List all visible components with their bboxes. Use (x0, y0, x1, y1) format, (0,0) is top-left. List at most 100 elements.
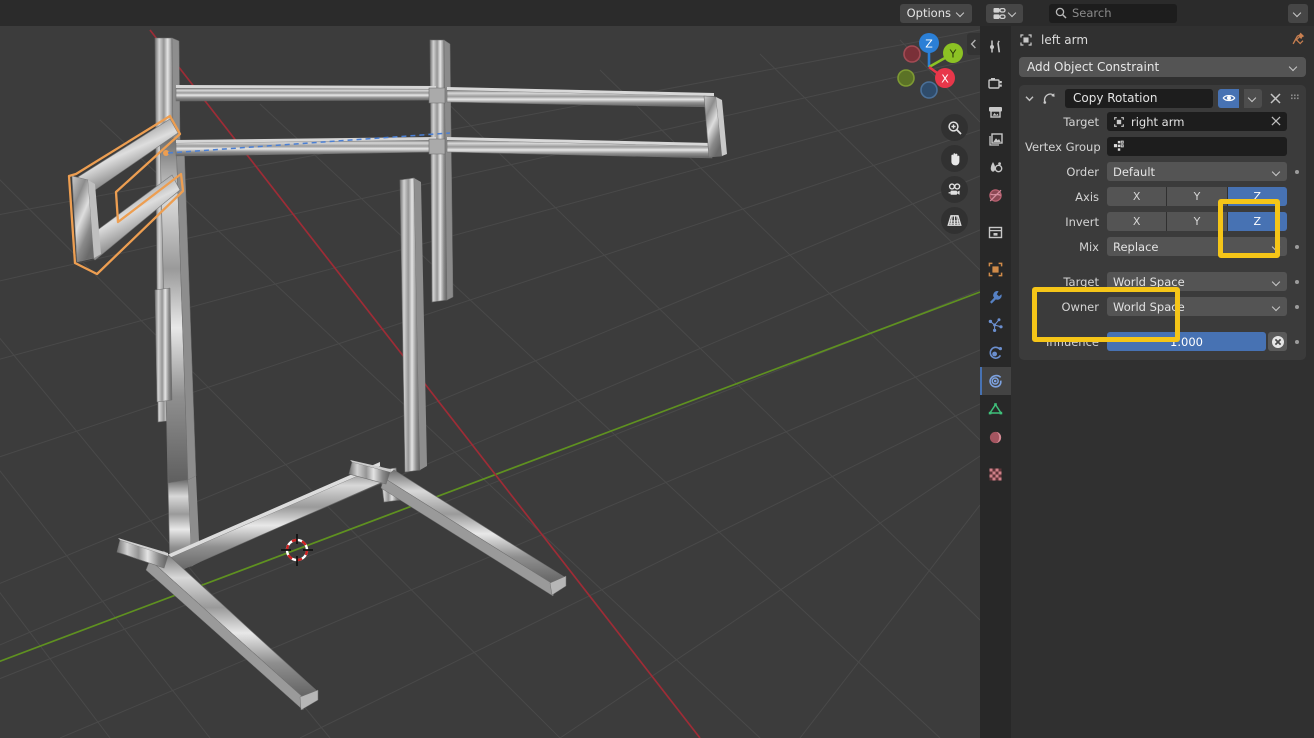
search-icon (1055, 7, 1067, 19)
influence-value: 1.000 (1170, 334, 1203, 349)
sidebar-item-world[interactable] (980, 181, 1011, 209)
animate-clear-icon[interactable] (1268, 332, 1287, 351)
clear-target-close-icon[interactable] (1271, 115, 1281, 129)
properties-tab-column (980, 26, 1011, 738)
add-constraint-label: Add Object Constraint (1027, 60, 1160, 74)
sidebar-item-collection[interactable] (980, 218, 1011, 246)
panel-expand-chevron-down-icon[interactable] (1025, 94, 1037, 103)
animate-property-dot[interactable] (1287, 304, 1306, 309)
constraint-extras-chevron-down-icon[interactable] (1244, 88, 1262, 108)
zoom-icon[interactable] (941, 114, 968, 141)
camera-icon[interactable] (941, 176, 968, 203)
animate-property-dot[interactable] (1287, 339, 1306, 344)
gizmo-axis-neg-z (920, 81, 938, 99)
pin-icon[interactable] (1291, 31, 1306, 49)
sidebar-item-view-layer[interactable] (980, 125, 1011, 153)
row-order: Order Default (1019, 161, 1306, 182)
invert-toggle-x[interactable]: X (1107, 212, 1168, 231)
row-influence: Influence 1.000 (1019, 331, 1306, 352)
collection-box-icon (988, 226, 1003, 238)
sidebar-item-modifiers[interactable] (980, 283, 1011, 311)
row-vertex-group: Vertex Group (1019, 136, 1306, 157)
gizmo-axis-neg-y (897, 69, 915, 87)
editor-type-selector[interactable] (986, 3, 1023, 23)
3d-viewport[interactable]: Options Z Y X (0, 0, 980, 738)
object-square-icon (1114, 116, 1124, 127)
vertex-group-field[interactable] (1107, 137, 1287, 156)
properties-editor-icon (993, 7, 1006, 19)
gizmo-axis-neg-x (903, 45, 921, 63)
object-square-icon (988, 262, 1003, 276)
search-placeholder-text: Search (1072, 6, 1112, 20)
grid-icon[interactable] (941, 207, 968, 234)
sidebar-item-object[interactable] (980, 255, 1011, 283)
row-invert: Invert X Y Z (1019, 211, 1306, 232)
sidebar-item-scene[interactable] (980, 153, 1011, 181)
eye-icon[interactable] (1218, 88, 1239, 108)
animate-property-dot[interactable] (1287, 279, 1306, 284)
constraint-name-field[interactable]: Copy Rotation (1065, 88, 1213, 108)
order-dropdown[interactable]: Default (1107, 162, 1287, 181)
navigation-gizmo[interactable]: Z Y X (888, 26, 970, 108)
sidebar-item-object-constraints[interactable] (980, 367, 1011, 395)
order-label: Order (1066, 164, 1099, 179)
row-owner-space: Owner World Space (1019, 296, 1306, 317)
search-input[interactable]: Search (1049, 3, 1177, 23)
owner-space-dropdown[interactable]: World Space (1107, 297, 1287, 316)
vertex-group-icon (1113, 140, 1124, 151)
options-button[interactable]: Options (899, 3, 972, 23)
close-icon[interactable] (1267, 92, 1283, 104)
axis-toggle-group: X Y Z (1107, 187, 1287, 206)
axis-toggle-z[interactable]: Z (1227, 187, 1287, 206)
invert-label: Invert (1065, 214, 1099, 229)
target-object-field[interactable]: right arm (1107, 112, 1287, 131)
mesh-data-triangle-icon (988, 402, 1003, 414)
particles-icon (988, 317, 1003, 332)
chevron-down-icon (1273, 303, 1281, 311)
mix-label: Mix (1079, 239, 1099, 254)
sidebar-item-output[interactable] (980, 97, 1011, 125)
properties-body: left arm Add Object Constraint Copy Rota… (1011, 26, 1314, 738)
row-axis: Axis X Y Z (1019, 186, 1306, 207)
animate-property-dot[interactable] (1287, 169, 1306, 174)
sidebar-item-object-data[interactable] (980, 395, 1011, 423)
hand-icon[interactable] (941, 145, 968, 172)
sidebar-item-texture[interactable] (980, 460, 1011, 488)
constraint-panel: Copy Rotation Target right arm Vertex Gr… (1019, 85, 1306, 360)
sidebar-item-physics[interactable] (980, 339, 1011, 367)
sidebar-item-particles[interactable] (980, 311, 1011, 339)
mix-value: Replace (1113, 239, 1159, 254)
row-target-space: Target World Space (1019, 271, 1306, 292)
chevron-down-icon (1273, 243, 1281, 251)
world-globe-icon (989, 188, 1002, 202)
properties-menu-button[interactable] (1288, 3, 1308, 23)
chevron-down-icon (957, 9, 965, 17)
row-target: Target right arm (1019, 111, 1306, 132)
properties-header: Search (980, 0, 1314, 26)
axis-toggle-x[interactable]: X (1107, 187, 1168, 206)
constraint-name-text: Copy Rotation (1073, 91, 1158, 105)
target-space-dropdown[interactable]: World Space (1107, 272, 1287, 291)
svg-text:Y: Y (949, 48, 957, 61)
wrench-icon (990, 290, 1002, 304)
animate-property-dot[interactable] (1287, 244, 1306, 249)
row-mix: Mix Replace (1019, 236, 1306, 257)
drag-grip-icon[interactable] (1288, 94, 1302, 103)
axis-toggle-y[interactable]: Y (1167, 187, 1228, 206)
order-value: Default (1113, 164, 1156, 179)
influence-slider[interactable]: 1.000 (1107, 332, 1266, 351)
sidebar-item-material[interactable] (980, 423, 1011, 451)
axis-label: Axis (1075, 189, 1099, 204)
tool-icon (990, 40, 1001, 52)
sidebar-item-tool[interactable] (980, 32, 1011, 60)
mix-dropdown[interactable]: Replace (1107, 237, 1287, 256)
breadcrumb: left arm (1011, 26, 1314, 54)
invert-toggle-y[interactable]: Y (1167, 212, 1228, 231)
invert-toggle-z[interactable]: Z (1227, 212, 1287, 231)
images-icon (989, 132, 1003, 146)
sidebar-toggle-arrow[interactable] (967, 33, 980, 55)
add-object-constraint-dropdown[interactable]: Add Object Constraint (1019, 57, 1306, 77)
blender-window: Options Z Y X Search left arm Add Object… (0, 0, 1314, 738)
sidebar-item-render[interactable] (980, 69, 1011, 97)
material-sphere-icon (989, 431, 1002, 443)
